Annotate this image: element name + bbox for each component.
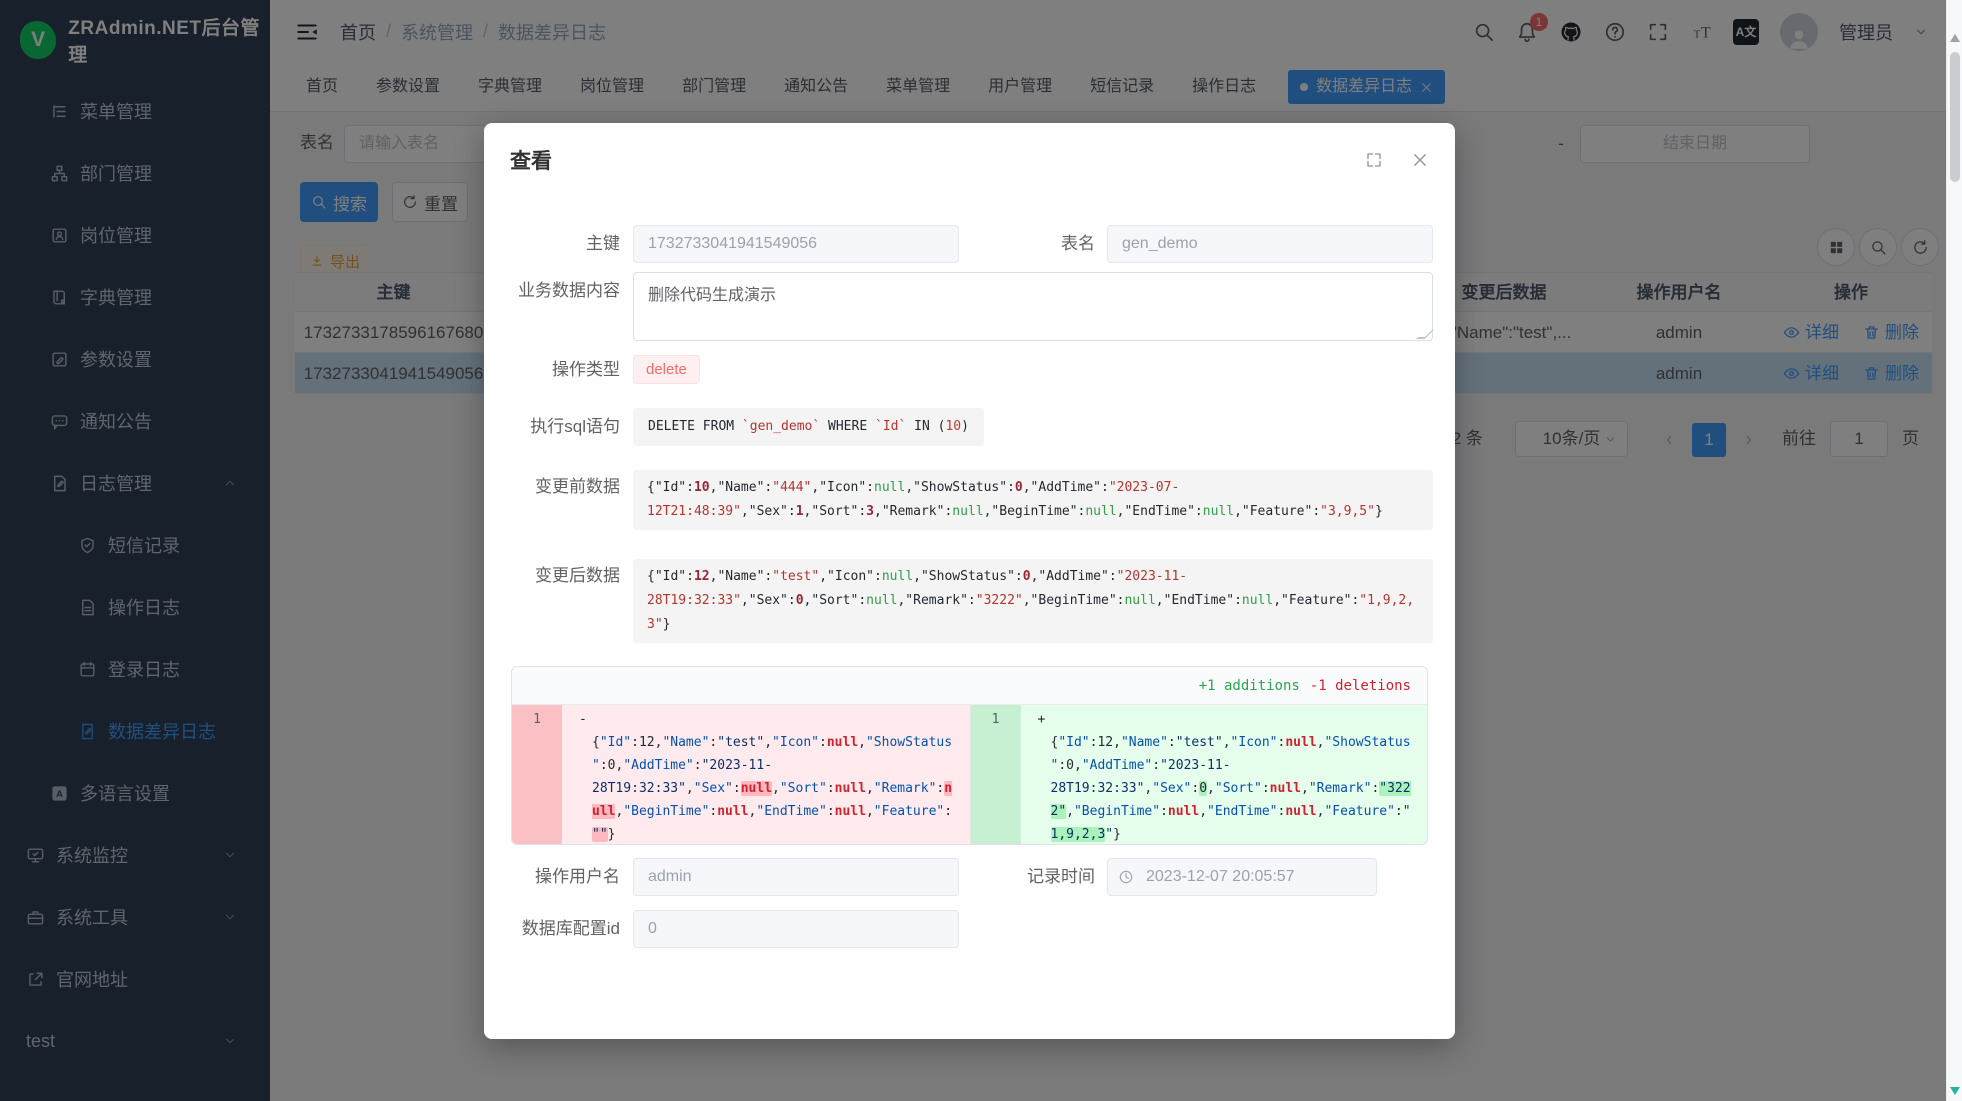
diff-body: 1 - {"Id":12,"Name":"test","Icon":null,"… [512, 705, 1427, 845]
diff-additions: +1 additions [1199, 678, 1300, 694]
before-data-label: 变更前数据 [484, 475, 620, 499]
record-time-field: 2023-12-07 20:05:57 [1107, 858, 1377, 896]
maximize-dialog-icon[interactable] [1365, 151, 1383, 169]
after-data-json: {"Id":12,"Name":"test","Icon":null,"Show… [633, 559, 1433, 643]
diff-added-line: + {"Id":12,"Name":"test","Icon":null,"Sh… [1021, 705, 1428, 845]
table-name-field: gen_demo [1107, 225, 1433, 263]
diff-line-number: 1 [512, 705, 562, 845]
page-scrollbar[interactable] [1946, 0, 1962, 1101]
clock-icon [1118, 869, 1134, 885]
diff-deletions: -1 deletions [1310, 678, 1411, 694]
close-dialog-icon[interactable] [1411, 151, 1429, 169]
db-config-id-field: 0 [633, 910, 959, 948]
operation-type-label: 操作类型 [484, 355, 620, 384]
operator-field: admin [633, 858, 959, 896]
view-dialog: 查看 主键 1732733041941549056 表名 gen_demo 业务… [484, 123, 1455, 1039]
key-field: 1732733041941549056 [633, 225, 959, 263]
operator-label: 操作用户名 [484, 858, 620, 896]
dialog-title: 查看 [510, 145, 552, 175]
key-label: 主键 [484, 225, 620, 263]
after-data-label: 变更后数据 [484, 564, 620, 588]
before-data-json: {"Id":10,"Name":"444","Icon":null,"ShowS… [633, 470, 1433, 530]
business-content-textarea[interactable]: 删除代码生成演示 [633, 272, 1433, 341]
business-content-label: 业务数据内容 [484, 278, 620, 304]
diff-deleted-line: - {"Id":12,"Name":"test","Icon":null,"Sh… [562, 705, 970, 845]
scrollbar-up-arrow[interactable] [1950, 34, 1960, 42]
app-root: V ZRAdmin.NET后台管理 菜单管理 部门管理 岗位管理 字典管理 参数… [0, 0, 1962, 1101]
diff-panel: +1 additions -1 deletions 1 - {"Id":12,"… [511, 666, 1428, 845]
diff-line-number: 1 [971, 705, 1021, 845]
diff-deletion-side: 1 - {"Id":12,"Name":"test","Icon":null,"… [512, 705, 970, 845]
sql-label: 执行sql语句 [484, 408, 620, 446]
scrollbar-down-arrow[interactable] [1950, 1087, 1960, 1095]
diff-addition-side: 1 + {"Id":12,"Name":"test","Icon":null,"… [970, 705, 1428, 845]
dialog-tools [1365, 151, 1429, 169]
sql-statement: DELETE FROM `gen_demo` WHERE `Id` IN (10… [633, 408, 984, 446]
table-name-label: 表名 [954, 225, 1095, 263]
record-time-label: 记录时间 [954, 858, 1095, 896]
operation-type-tag: delete [633, 355, 700, 384]
db-config-id-label: 数据库配置id [484, 910, 620, 948]
diff-summary: +1 additions -1 deletions [512, 667, 1427, 705]
scrollbar-thumb[interactable] [1950, 52, 1960, 182]
